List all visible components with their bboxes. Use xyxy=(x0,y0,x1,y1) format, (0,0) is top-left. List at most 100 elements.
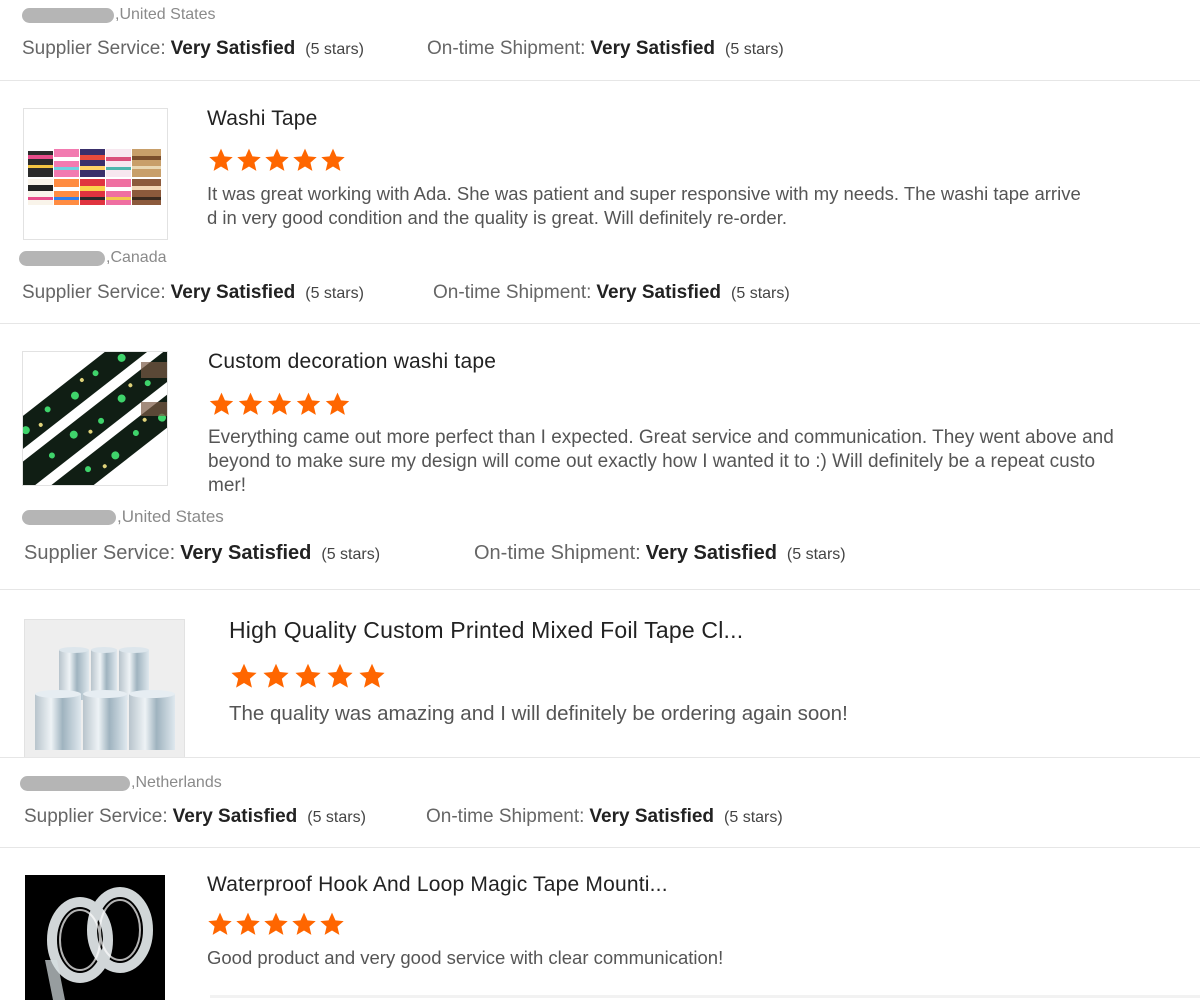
star-icon xyxy=(320,912,344,935)
star-icon xyxy=(325,392,350,415)
star-icon xyxy=(321,148,345,171)
review-text: It was great working with Ada. She was p… xyxy=(207,182,1167,230)
product-thumbnail[interactable] xyxy=(24,619,185,758)
decoration-tape-image xyxy=(23,352,167,485)
star-icon xyxy=(209,148,233,171)
shipment-rating: On-time Shipment: Very Satisfied (5 stars) xyxy=(426,806,783,828)
shipment-rating: On-time Shipment: Very Satisfied (5 stars) xyxy=(433,282,790,304)
reviewer-location: , United States xyxy=(22,6,216,24)
reviewer-country: Netherlands xyxy=(135,774,222,791)
reviewer-name-redacted xyxy=(22,7,114,23)
reviewer-name-redacted xyxy=(19,250,105,266)
shipment-value: Very Satisfied xyxy=(590,38,716,59)
star-icon xyxy=(231,663,257,688)
shipment-value: Very Satisfied xyxy=(596,282,722,303)
review-text: Good product and very good service with … xyxy=(207,946,1167,970)
star-icon xyxy=(267,392,292,415)
supplier-service-value: Very Satisfied xyxy=(180,542,312,564)
supplier-service-stars: (5 stars) xyxy=(305,285,364,302)
star-rating xyxy=(207,391,352,417)
reviewer-country: Canada xyxy=(110,249,167,266)
product-title[interactable]: Custom decoration washi tape xyxy=(208,350,496,374)
review-text-line: The quality was amazing and I will defin… xyxy=(229,702,848,725)
supplier-service-rating: Supplier Service: Very Satisfied (5 stars) xyxy=(24,806,366,828)
supplier-service-value: Very Satisfied xyxy=(170,38,296,59)
shipment-rating: On-time Shipment: Very Satisfied (5 stars) xyxy=(474,542,846,565)
review-text-line: Good product and very good service with … xyxy=(207,947,724,968)
reviewer-name-redacted xyxy=(20,775,130,791)
ratings-row: Supplier Service: Very Satisfied (5 stars)… xyxy=(22,282,1172,308)
supplier-service-rating: Supplier Service: Very Satisfied (5 stars) xyxy=(22,282,364,304)
supplier-service-label: Supplier Service: xyxy=(22,282,166,303)
shipment-label: On-time Shipment: xyxy=(427,38,586,59)
supplier-service-stars: (5 stars) xyxy=(307,809,366,826)
divider xyxy=(0,847,1200,848)
product-title[interactable]: Waterproof Hook And Loop Magic Tape Moun… xyxy=(207,873,668,897)
shipment-stars: (5 stars) xyxy=(725,41,784,58)
product-title[interactable]: High Quality Custom Printed Mixed Foil T… xyxy=(229,617,743,644)
review-text-line: beyond to make sure my design will come … xyxy=(208,451,1096,472)
ratings-row: Supplier Service: Very Satisfied (5 stars)… xyxy=(22,38,1172,64)
star-icon xyxy=(263,663,289,688)
supplier-service-label: Supplier Service: xyxy=(24,806,168,827)
shipment-label: On-time Shipment: xyxy=(474,542,641,564)
divider xyxy=(0,757,1200,758)
review-text: Everything came out more perfect than I … xyxy=(208,426,1178,498)
review-text-line: It was great working with Ada. She was p… xyxy=(207,183,1081,204)
washi-tape-rolls-image xyxy=(24,109,167,239)
star-icon xyxy=(265,148,289,171)
shipment-label: On-time Shipment: xyxy=(426,806,585,827)
shipment-value: Very Satisfied xyxy=(645,542,777,564)
divider xyxy=(0,80,1200,81)
reviewer-name-redacted xyxy=(22,509,116,525)
star-rating xyxy=(207,147,347,173)
shipment-stars: (5 stars) xyxy=(724,809,783,826)
product-thumbnail[interactable] xyxy=(25,875,165,1000)
supplier-service-stars: (5 stars) xyxy=(321,546,381,563)
review-text-line: mer! xyxy=(208,475,246,496)
product-thumbnail[interactable] xyxy=(23,108,168,240)
product-thumbnail[interactable] xyxy=(22,351,168,486)
shipment-label: On-time Shipment: xyxy=(433,282,592,303)
review-text-line: d in very good condition and the quality… xyxy=(207,207,787,228)
supplier-service-rating: Supplier Service: Very Satisfied (5 stars) xyxy=(24,542,380,565)
shipment-stars: (5 stars) xyxy=(731,285,790,302)
magic-tape-image xyxy=(25,875,165,1000)
reviewer-country: United States xyxy=(119,6,216,23)
star-rating xyxy=(228,662,388,690)
reviewer-location: , Canada xyxy=(19,249,167,267)
star-icon xyxy=(295,663,321,688)
supplier-service-label: Supplier Service: xyxy=(24,542,176,564)
review-text-line: Everything came out more perfect than I … xyxy=(208,427,1114,448)
star-icon xyxy=(238,392,263,415)
shipment-rating: On-time Shipment: Very Satisfied (5 stars) xyxy=(427,38,784,60)
star-icon xyxy=(327,663,353,688)
supplier-service-rating: Supplier Service: Very Satisfied (5 stars) xyxy=(22,38,364,60)
star-icon xyxy=(236,912,260,935)
supplier-service-stars: (5 stars) xyxy=(305,41,364,58)
ratings-row: Supplier Service: Very Satisfied (5 stars)… xyxy=(24,542,1174,570)
star-icon xyxy=(209,392,234,415)
supplier-service-value: Very Satisfied xyxy=(172,806,298,827)
ratings-row: Supplier Service: Very Satisfied (5 stars)… xyxy=(24,806,1174,832)
review-text: The quality was amazing and I will defin… xyxy=(229,702,1169,726)
divider xyxy=(0,589,1200,590)
reviewer-country: United States xyxy=(121,507,224,526)
divider xyxy=(0,323,1200,324)
star-icon xyxy=(292,912,316,935)
reviewer-location: , Netherlands xyxy=(20,774,222,792)
star-icon xyxy=(237,148,261,171)
star-rating xyxy=(206,911,346,937)
product-title[interactable]: Washi Tape xyxy=(207,107,318,131)
star-icon xyxy=(359,663,385,688)
shipment-value: Very Satisfied xyxy=(589,806,715,827)
shipment-stars: (5 stars) xyxy=(786,546,846,563)
star-icon xyxy=(293,148,317,171)
divider xyxy=(210,995,1200,998)
foil-tape-image xyxy=(25,620,184,758)
reviewer-location: , United States xyxy=(22,507,224,527)
star-icon xyxy=(264,912,288,935)
supplier-service-value: Very Satisfied xyxy=(170,282,296,303)
star-icon xyxy=(296,392,321,415)
star-icon xyxy=(208,912,232,935)
